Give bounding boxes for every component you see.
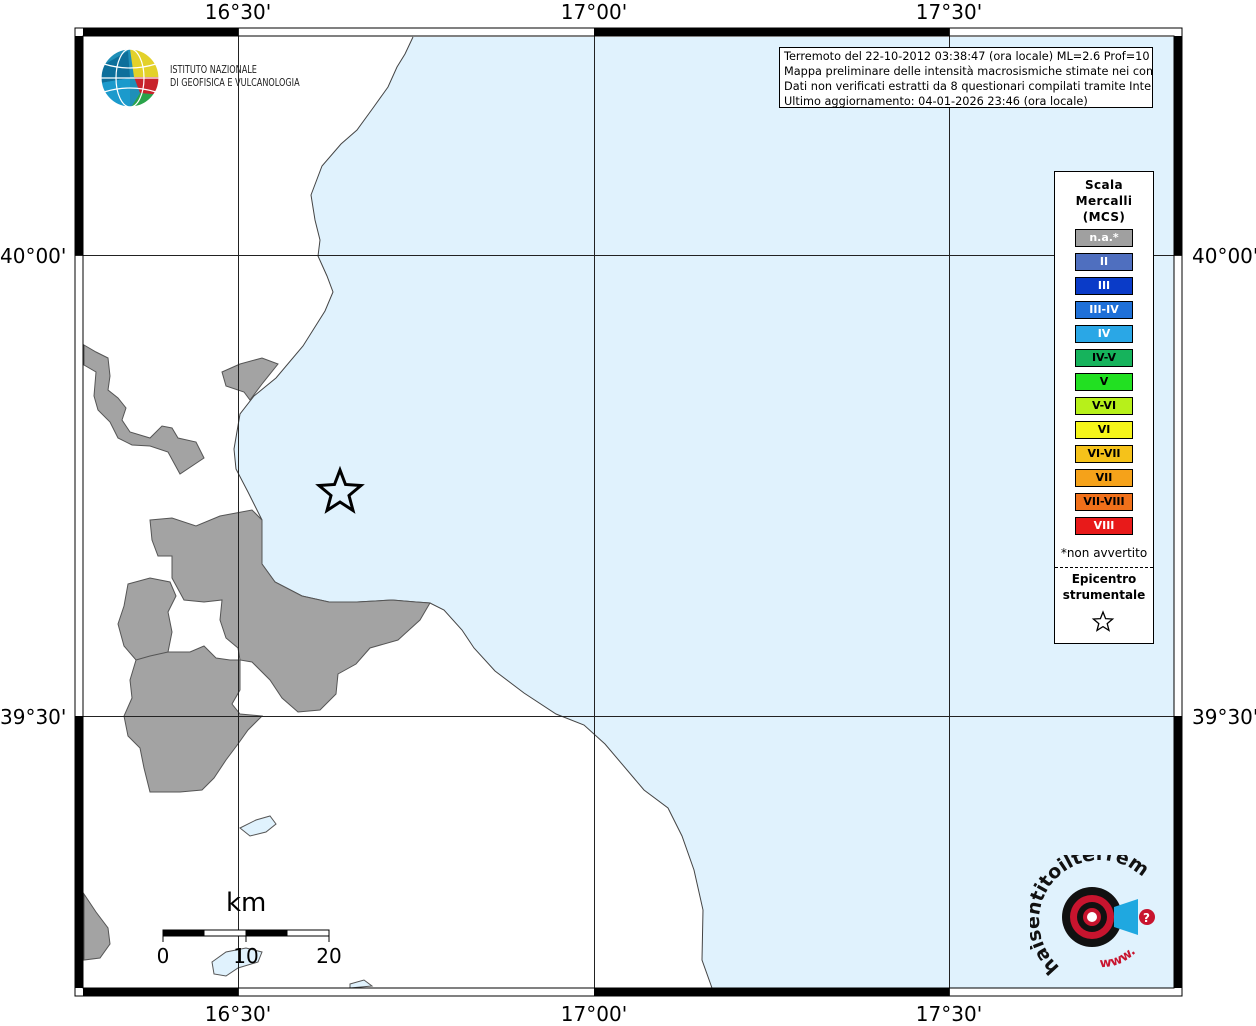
legend-title-line3: (MCS) [1082, 210, 1126, 224]
lat-label-right: 39°30' [1192, 705, 1256, 729]
haisentito-logo: haisentitoilterremoto.it www. ? [1030, 855, 1155, 979]
brand-prefix: www. [1099, 944, 1139, 971]
legend-item: IV [1075, 325, 1133, 343]
legend-item: VI [1075, 421, 1133, 439]
legend-title-line1: Scala [1084, 178, 1124, 192]
legend-epicenter-line2: strumentale [1062, 588, 1146, 602]
municipality-area [83, 892, 111, 961]
ingv-globe-logo [100, 48, 160, 108]
svg-text:www.: www. [1099, 944, 1139, 971]
scale-label: 10 [233, 944, 259, 968]
last-update: Ultimo aggiornamento: 04-01-2026 23:46 (… [784, 95, 1088, 108]
event-info-box: Terremoto del 22-10-2012 03:38:47 (ora l… [779, 47, 1153, 108]
ingv-name-line2: DI GEOFISICA E VULCANOLOGIA [170, 76, 300, 89]
event-summary: Terremoto del 22-10-2012 03:38:47 (ora l… [784, 50, 1153, 63]
lon-label-bottom: 17°00' [560, 1002, 628, 1026]
data-source-note: Dati non verificati estratti da 8 questi… [784, 80, 1153, 93]
legend-item: VI-VII [1075, 445, 1133, 463]
lat-label-left: 39°30' [0, 705, 67, 729]
lon-label-top: 17°00' [560, 0, 628, 24]
legend-star-icon [1091, 610, 1115, 632]
legend-epicenter-line1: Epicentro [1071, 572, 1137, 586]
scale-label: 0 [156, 944, 170, 968]
lon-label-bottom: 17°30' [915, 1002, 983, 1026]
legend-divider [1055, 567, 1153, 568]
legend-epicenter-label: Epicentro strumentale [1055, 571, 1153, 603]
legend-item: IV-V [1075, 349, 1133, 367]
municipality-area [123, 645, 264, 793]
legend-item: VII [1075, 469, 1133, 487]
lon-label-top: 17°30' [915, 0, 983, 24]
lon-label-top: 16°30' [204, 0, 272, 24]
legend-item: VII-VIII [1075, 493, 1133, 511]
legend-item: VIII [1075, 517, 1133, 535]
legend-item: n.a.* [1075, 229, 1133, 247]
intensity-legend: Scala Mercalli (MCS) n.a.* II III III-IV IV I… [1054, 171, 1154, 644]
scale-label: 20 [316, 944, 342, 968]
lon-label-bottom: 16°30' [204, 1002, 272, 1026]
sea-area [234, 37, 1174, 988]
lat-label-left: 40°00' [0, 244, 67, 268]
legend-title: Scala Mercalli (MCS) [1055, 177, 1153, 225]
legend-item: III [1075, 277, 1133, 295]
municipality-area [83, 344, 205, 475]
legend-item: II [1075, 253, 1133, 271]
ingv-name: ISTITUTO NAZIONALE DI GEOFISICA E VULCAN… [170, 63, 300, 89]
svg-text:?: ? [1143, 911, 1150, 925]
lake [239, 815, 277, 837]
legend-note: *non avvertito [1060, 546, 1148, 560]
scale-unit: km [226, 888, 267, 918]
legend-item: V [1075, 373, 1133, 391]
lake [349, 979, 374, 989]
legend-item: V-VI [1075, 397, 1133, 415]
legend-title-line2: Mercalli [1075, 194, 1133, 208]
ingv-name-line1: ISTITUTO NAZIONALE [170, 63, 257, 76]
legend-item: III-IV [1075, 301, 1133, 319]
scale-bar [162, 929, 330, 942]
lat-label-right: 40°00' [1192, 244, 1256, 268]
map-description: Mappa preliminare delle intensità macros… [784, 65, 1153, 78]
